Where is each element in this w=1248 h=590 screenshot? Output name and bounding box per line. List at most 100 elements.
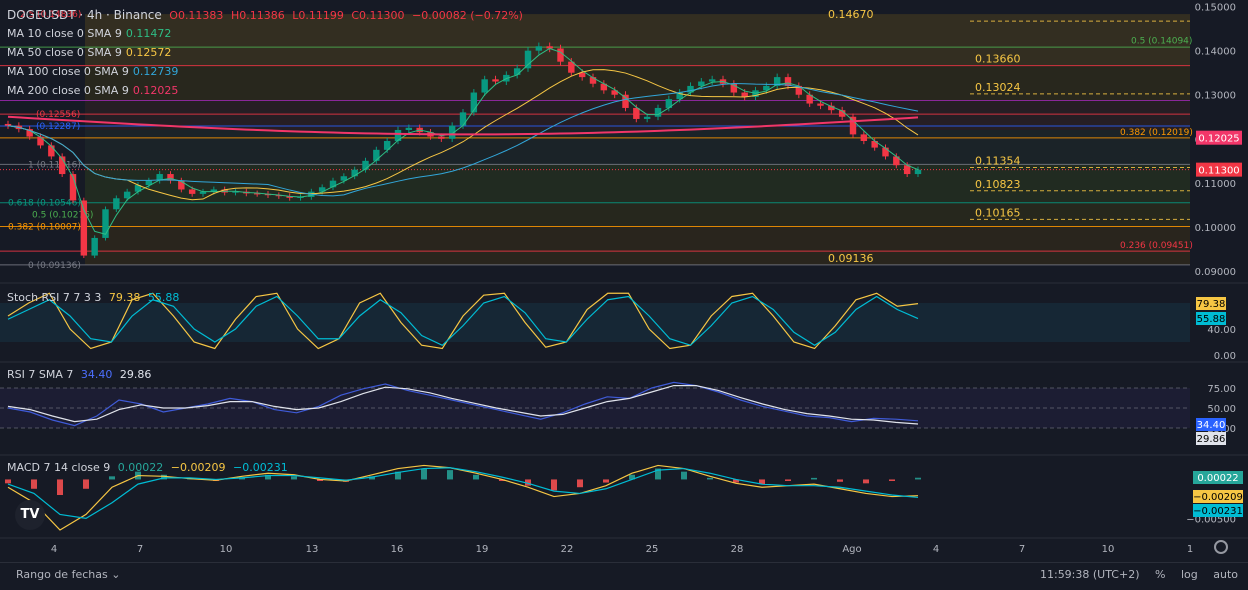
candle-body xyxy=(188,189,196,194)
macd-hist-bar xyxy=(811,477,817,480)
macd-hist-bar xyxy=(551,479,557,491)
fib-zone-1 xyxy=(85,65,1190,102)
macd-signal-badge: −0.00231 xyxy=(1193,506,1243,517)
fib-zone-5 xyxy=(85,202,1190,227)
fib-right-label-2: 0.236 (0.09451) xyxy=(1120,241,1193,251)
stoch-axis-40: 40.00 xyxy=(1207,325,1236,336)
time-axis-label-1: 7 xyxy=(137,544,143,555)
candle-body xyxy=(48,145,55,157)
candle-body xyxy=(643,116,651,119)
chart-canvas[interactable]: 0.14670 0.13660 0.13024 0.11354 0.10823 0.101… xyxy=(0,0,1248,562)
time-axis-label-5: 19 xyxy=(476,544,489,555)
price-badge-0: 0.12025 xyxy=(1198,134,1239,145)
candle-body xyxy=(405,127,413,130)
macd-hist-bar xyxy=(915,477,921,480)
macd-signal-value: −0.00231 xyxy=(233,461,288,474)
candle-body xyxy=(178,180,185,190)
candle-body xyxy=(535,46,543,51)
candle-body xyxy=(860,134,868,141)
symbol-header: DOGEUSDT · 4h · Binance O0.11383 H0.1138… xyxy=(7,6,527,25)
candle-body xyxy=(373,149,380,161)
stoch-d-badge: 55.88 xyxy=(1197,314,1226,325)
tradingview-logo-icon[interactable]: TV xyxy=(15,500,45,530)
candle-body xyxy=(524,50,532,69)
level-label-1: 0.13660 xyxy=(975,53,1021,66)
ma10-legend[interactable]: MA 10 close 0 SMA 9 0.11472 xyxy=(7,24,182,43)
price-badge-1: 0.11300 xyxy=(1198,166,1239,177)
price-axis-label-0: 0.15000 xyxy=(1195,3,1236,14)
level-label-6: 0.09136 xyxy=(828,252,874,265)
level-label-0: 0.14670 xyxy=(828,8,874,21)
percent-toggle[interactable]: % xyxy=(1155,568,1165,581)
candle-body xyxy=(492,79,499,82)
macd-hist-bar xyxy=(681,471,687,480)
ma10-label: MA 10 close 0 SMA 9 xyxy=(7,27,122,40)
clock[interactable]: 11:59:38 (UTC+2) xyxy=(1040,568,1140,581)
candle-body xyxy=(513,68,521,75)
stoch-d-value: 55.88 xyxy=(147,291,180,304)
macd-hist-bar xyxy=(785,479,791,481)
macd-hist-bar xyxy=(577,479,583,488)
candle-body xyxy=(557,48,564,62)
rsi-sma-value: 29.86 xyxy=(119,368,152,381)
macd-legend[interactable]: MACD 7 14 close 9 0.00022 −0.00209 −0.00… xyxy=(7,458,292,477)
ohlc-change: −0.00082 (−0.72%) xyxy=(412,9,523,22)
macd-hist-bar xyxy=(889,479,895,481)
macd-hist-bar xyxy=(31,479,37,489)
candle-body xyxy=(817,103,824,106)
date-range-button[interactable]: Rango de fechas ⌄ xyxy=(16,568,120,581)
candle-body xyxy=(91,237,98,256)
ma50-legend[interactable]: MA 50 close 0 SMA 9 0.12572 xyxy=(7,43,182,62)
candle-body xyxy=(622,94,629,108)
ma100-label: MA 100 close 0 SMA 9 xyxy=(7,65,129,78)
ma100-legend[interactable]: MA 100 close 0 SMA 9 0.12739 xyxy=(7,62,182,81)
candle-body xyxy=(113,198,120,210)
macd-hist-bar xyxy=(5,479,11,484)
ohlc-high: H0.11386 xyxy=(230,9,285,22)
gear-icon[interactable] xyxy=(1214,540,1228,554)
macd-hist-bar xyxy=(603,479,609,483)
stoch-legend[interactable]: Stoch RSI 7 7 3 3 79.38 55.88 xyxy=(7,288,183,307)
ma-legend: MA 10 close 0 SMA 9 0.11472 MA 50 close 0… xyxy=(7,24,182,100)
macd-hist-bar xyxy=(57,479,63,495)
auto-toggle[interactable]: auto xyxy=(1213,568,1238,581)
candle-body xyxy=(633,107,640,119)
level-label-2: 0.13024 xyxy=(975,81,1021,94)
macd-hist-badge: 0.00022 xyxy=(1197,473,1238,484)
time-axis-label-9: Ago xyxy=(842,544,861,555)
symbol-title[interactable]: DOGEUSDT · 4h · Binance xyxy=(7,8,162,22)
macd-title: MACD 7 14 close 9 xyxy=(7,461,111,474)
log-toggle[interactable]: log xyxy=(1181,568,1198,581)
time-axis-label-12: 10 xyxy=(1102,544,1115,555)
fib-zone-3 xyxy=(85,129,1190,165)
fib-left-label-2: (0.12287) xyxy=(36,122,80,132)
time-axis-label-0: 4 xyxy=(51,544,57,555)
time-axis-label-11: 7 xyxy=(1019,544,1025,555)
ma50-label: MA 50 close 0 SMA 9 xyxy=(7,46,122,59)
time-axis-label-3: 13 xyxy=(306,544,319,555)
ohlc-close: C0.11300 xyxy=(351,9,405,22)
time-axis-label-8: 28 xyxy=(731,544,744,555)
macd-hist-bar xyxy=(863,479,869,484)
candle-body xyxy=(4,123,12,126)
candle-body xyxy=(37,136,44,146)
ma200-value: 0.12025 xyxy=(132,84,179,97)
rsi-legend[interactable]: RSI 7 SMA 7 34.40 29.86 xyxy=(7,365,155,384)
fib-left-label-6: 0.382 (0.10007) xyxy=(8,222,81,232)
macd-hist-bar xyxy=(473,474,479,480)
rsi-axis-1: 50.00 xyxy=(1207,404,1236,415)
ma200-legend[interactable]: MA 200 close 0 SMA 9 0.12025 xyxy=(7,81,182,100)
time-axis-label-13: 1 xyxy=(1187,544,1193,555)
candle-body xyxy=(481,79,488,93)
rsi-badge: 34.40 xyxy=(1197,420,1226,431)
stoch-title: Stoch RSI 7 7 3 3 xyxy=(7,291,102,304)
time-axis-label-2: 10 xyxy=(220,544,233,555)
time-axis-label-6: 22 xyxy=(561,544,574,555)
chevron-down-icon: ⌄ xyxy=(111,568,121,581)
macd-hist-bar xyxy=(83,479,89,489)
rsi-sma-badge: 29.86 xyxy=(1197,434,1226,445)
candle-body xyxy=(394,129,402,141)
bottom-toolbar: Rango de fechas ⌄ 11:59:38 (UTC+2) % log… xyxy=(0,562,1248,590)
fib-left-label-3: 1 (0.11416) xyxy=(28,160,81,170)
price-axis-label-1: 0.14000 xyxy=(1195,47,1236,58)
